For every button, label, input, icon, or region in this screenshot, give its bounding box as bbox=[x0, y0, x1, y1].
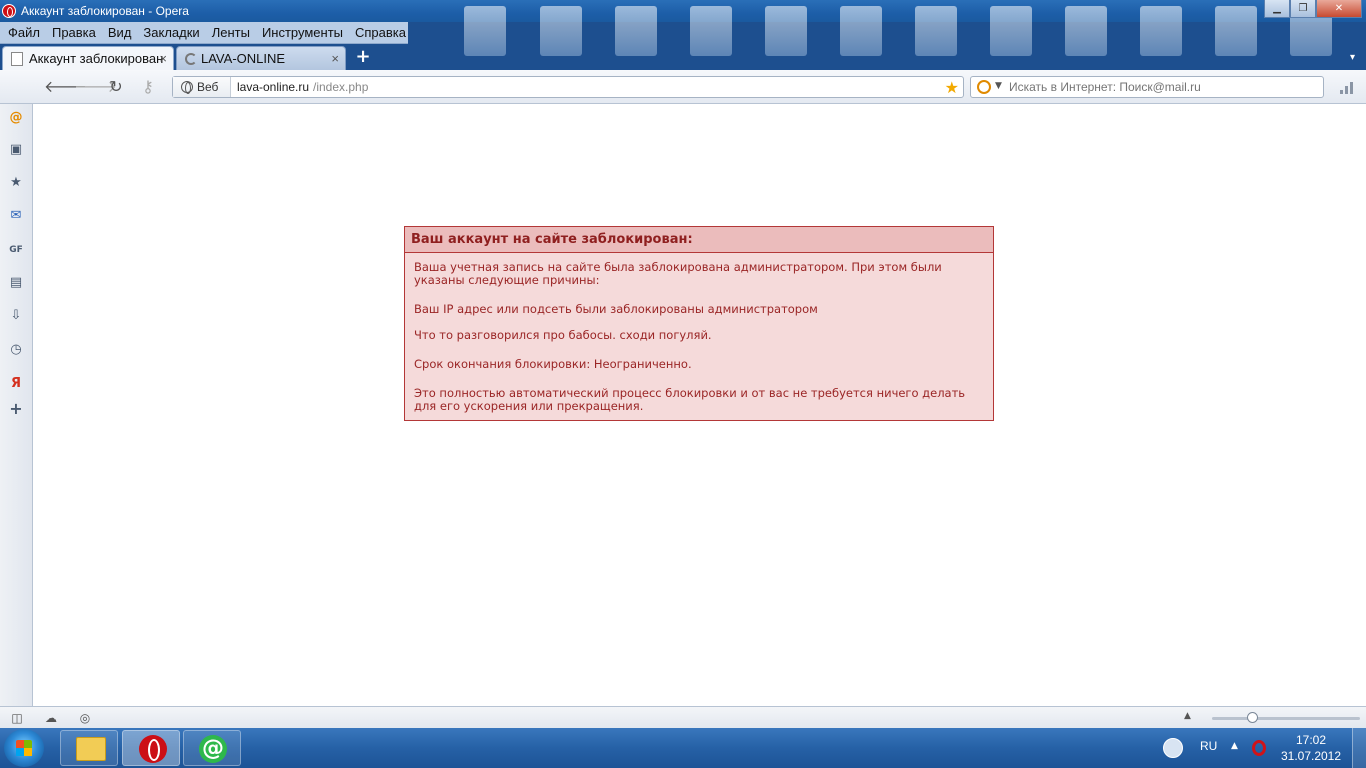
notice-reason-ip: Ваш IP адрес или подсеть были заблокиров… bbox=[414, 302, 818, 316]
history-icon[interactable]: ◷ bbox=[8, 342, 24, 358]
notes-icon[interactable]: ▤ bbox=[8, 275, 24, 291]
notice-reason-text: Что то разговорился про бабосы. сходи по… bbox=[414, 328, 712, 342]
maximize-button[interactable]: ❐ bbox=[1290, 0, 1316, 18]
side-panel-bar: @ ▣ ★ ✉ GF ▤ ⇩ ◷ Я + bbox=[0, 104, 33, 706]
opera-turbo-icon[interactable]: ◎ bbox=[78, 711, 92, 725]
downloads-icon[interactable]: ⇩ bbox=[8, 308, 24, 324]
menu-bar: Файл Правка Вид Закладки Ленты Инструмен… bbox=[0, 22, 408, 44]
taskbar-opera[interactable] bbox=[122, 730, 180, 766]
reload-button[interactable]: ↻ bbox=[106, 77, 126, 97]
menu-bookmarks[interactable]: Закладки bbox=[137, 25, 205, 40]
page-content: Ваш аккаунт на сайте заблокирован: Ваша … bbox=[33, 104, 1366, 706]
clock-date: 31.07.2012 bbox=[1280, 749, 1342, 763]
toggle-panel-icon[interactable]: ◫ bbox=[10, 711, 24, 725]
mail-ru-icon[interactable]: @ bbox=[8, 110, 24, 126]
title-bar: Аккаунт заблокирован - Opera ▁ ❐ ✕ bbox=[0, 0, 1366, 56]
wand-key-icon[interactable]: ⚷ bbox=[138, 77, 158, 97]
mail-agent-icon: @ bbox=[199, 735, 227, 763]
clock-time: 17:02 bbox=[1295, 733, 1327, 747]
zoom-menu-icon[interactable]: ▲ bbox=[1184, 711, 1191, 721]
tab-label: LAVA-ONLINE bbox=[201, 51, 286, 66]
site-info-label: Веб bbox=[197, 80, 219, 94]
navigation-bar: 🡐 🡒 ↻ ⚷ Веб lava-online.ru /index.php ★ … bbox=[0, 70, 1366, 104]
tab-label: Аккаунт заблокирован bbox=[29, 51, 164, 66]
notice-header: Ваш аккаунт на сайте заблокирован: bbox=[405, 227, 993, 253]
zoom-slider[interactable] bbox=[1212, 717, 1360, 720]
speed-dial-icon[interactable]: ▣ bbox=[8, 142, 24, 158]
tab-list-icon[interactable]: ▾ bbox=[1350, 52, 1362, 64]
window-title: Аккаунт заблокирован - Opera bbox=[21, 4, 189, 18]
windows-logo-icon bbox=[16, 740, 32, 756]
folder-icon bbox=[76, 737, 106, 761]
taskbar-mail-agent[interactable]: @ bbox=[183, 730, 241, 766]
tab-account-blocked[interactable]: Аккаунт заблокирован × bbox=[2, 46, 174, 70]
taskbar: @ RU ▲ 17:02 31.07.2012 bbox=[0, 728, 1366, 768]
close-tab-icon[interactable]: × bbox=[159, 51, 167, 66]
url-path: /index.php bbox=[313, 80, 369, 94]
opera-icon bbox=[139, 735, 167, 763]
menu-tools[interactable]: Инструменты bbox=[256, 25, 349, 40]
minimize-button[interactable]: ▁ bbox=[1264, 0, 1290, 18]
mail-icon[interactable]: ✉ bbox=[8, 208, 24, 224]
notice-body: Ваша учетная запись на сайте была заблок… bbox=[405, 253, 993, 437]
taskbar-explorer[interactable] bbox=[60, 730, 118, 766]
close-tab-icon[interactable]: × bbox=[331, 51, 339, 66]
notice-expiry: Срок окончания блокировки: Неограниченно… bbox=[414, 357, 692, 371]
status-bar: ◫ ☁ ◎ ▲ bbox=[0, 706, 1366, 728]
start-button[interactable] bbox=[4, 729, 44, 767]
opera-logo-icon[interactable] bbox=[2, 4, 16, 18]
page-icon bbox=[11, 51, 23, 66]
search-input[interactable] bbox=[1009, 79, 1309, 95]
network-tray-icon[interactable] bbox=[1163, 738, 1183, 758]
site-info-badge[interactable]: Веб bbox=[173, 77, 231, 97]
account-blocked-notice: Ваш аккаунт на сайте заблокирован: Ваша … bbox=[404, 226, 994, 421]
bookmark-star-icon[interactable]: ★ bbox=[945, 78, 959, 97]
show-desktop-button[interactable] bbox=[1352, 728, 1366, 768]
opera-unite-icon[interactable]: ☁ bbox=[44, 711, 58, 725]
menu-help[interactable]: Справка bbox=[349, 25, 412, 40]
show-hidden-icons-icon[interactable]: ▲ bbox=[1231, 741, 1238, 751]
yandex-icon[interactable]: Я bbox=[8, 376, 24, 392]
menu-file[interactable]: Файл bbox=[2, 25, 46, 40]
language-indicator[interactable]: RU bbox=[1200, 739, 1217, 753]
menu-edit[interactable]: Правка bbox=[46, 25, 102, 40]
system-clock[interactable]: 17:02 31.07.2012 bbox=[1278, 732, 1344, 764]
tab-bar: Аккаунт заблокирован × LAVA-ONLINE × + ▾ bbox=[0, 44, 1366, 70]
menu-view[interactable]: Вид bbox=[102, 25, 138, 40]
globe-icon bbox=[181, 81, 193, 94]
add-panel-icon[interactable]: + bbox=[8, 401, 24, 417]
menu-feeds[interactable]: Ленты bbox=[206, 25, 256, 40]
window-controls: ▁ ❐ ✕ bbox=[1264, 0, 1362, 18]
notice-intro: Ваша учетная запись на сайте была заблок… bbox=[414, 260, 942, 287]
bookmarks-icon[interactable]: ★ bbox=[8, 175, 24, 191]
notice-auto-note: Это полностью автоматический процесс бло… bbox=[414, 386, 966, 413]
url-host: lava-online.ru bbox=[237, 80, 310, 94]
address-bar[interactable]: Веб lava-online.ru /index.php ★ bbox=[172, 76, 964, 98]
zoom-slider-handle[interactable] bbox=[1247, 712, 1258, 723]
loading-spinner-icon bbox=[185, 52, 197, 65]
search-engine-icon[interactable] bbox=[977, 80, 991, 94]
new-tab-button[interactable]: + bbox=[354, 48, 372, 66]
search-box[interactable]: ▼ bbox=[970, 76, 1324, 98]
chevron-down-icon[interactable]: ▼ bbox=[995, 81, 1002, 91]
tab-lava-online[interactable]: LAVA-ONLINE × bbox=[176, 46, 346, 70]
back-button[interactable]: 🡐 bbox=[44, 77, 87, 97]
feeds-icon[interactable]: GF bbox=[8, 242, 24, 258]
panel-toggle-icon[interactable] bbox=[1340, 80, 1356, 94]
forward-button[interactable]: 🡒 bbox=[74, 77, 117, 97]
opera-tray-icon[interactable] bbox=[1252, 740, 1266, 756]
close-window-button[interactable]: ✕ bbox=[1316, 0, 1362, 18]
